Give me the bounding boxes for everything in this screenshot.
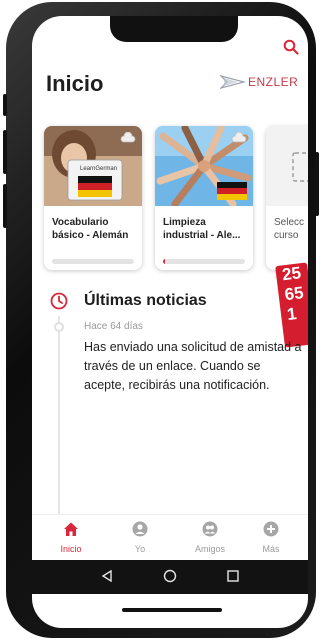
friends-icon	[202, 521, 218, 537]
page-title: Inicio	[46, 71, 104, 96]
dashed-frame-icon	[292, 152, 308, 182]
home-indicator[interactable]	[122, 608, 222, 612]
nav-item-yo[interactable]: Yo	[110, 521, 170, 554]
home-circle-icon[interactable]	[163, 569, 177, 583]
promo-badge: 25 65 1	[275, 262, 308, 348]
course-title: Vocabulario básico - Alemán	[52, 217, 129, 241]
logo-text: ENZLER	[248, 75, 299, 89]
select-course-label: Selecc curso	[274, 217, 305, 241]
clock-icon	[50, 292, 68, 310]
nav-label: Yo	[134, 544, 146, 554]
promo-line: 65	[283, 283, 305, 305]
course-card[interactable]: Limpieza industrial - Ale...	[155, 126, 253, 270]
home-icon	[64, 522, 78, 536]
timeline-dot	[54, 322, 64, 332]
course-progress	[52, 259, 134, 264]
course-title: Limpieza industrial - Ale...	[163, 217, 241, 241]
recents-icon[interactable]	[226, 569, 240, 583]
course-progress-fill	[163, 259, 166, 264]
news-section-title: Últimas noticias	[84, 292, 207, 309]
nav-label: Más	[262, 544, 280, 554]
cloud-download-icon[interactable]	[231, 132, 247, 144]
nav-label: Inicio	[60, 544, 82, 554]
notch	[110, 16, 238, 42]
nav-item-amigos[interactable]: Amigos	[180, 521, 240, 554]
user-icon	[132, 521, 148, 537]
mute-switch	[3, 94, 7, 116]
select-course-card[interactable]: Selecc curso	[266, 126, 308, 270]
course-card[interactable]: LearnGerman Vocabulario básico - Alemán	[44, 126, 142, 270]
search-icon[interactable]	[282, 38, 300, 56]
volume-down-button	[3, 184, 7, 228]
news-date: Hace 64 días	[84, 321, 143, 332]
nav-label: Amigos	[194, 544, 225, 554]
bottom-nav: Inicio Yo Amigos Más	[32, 514, 308, 561]
nav-item-inicio[interactable]: Inicio	[41, 521, 101, 554]
promo-line: 1	[285, 304, 298, 325]
news-body: Has enviado una solicitud de amistad a t…	[84, 340, 302, 392]
course-progress	[163, 259, 245, 264]
back-icon[interactable]	[100, 569, 114, 583]
timeline-line	[58, 316, 60, 516]
system-nav-bar	[32, 560, 308, 594]
cloud-download-icon[interactable]	[120, 132, 136, 144]
plus-icon	[263, 521, 279, 537]
course-image-label: LearnGerman	[80, 166, 117, 172]
placeholder-image	[266, 126, 308, 206]
power-button	[315, 152, 319, 216]
volume-up-button	[3, 130, 7, 174]
nav-item-mas[interactable]: Más	[241, 521, 301, 554]
phone-frame: Inicio ENZLER LearnGerman Vocabulario bá…	[3, 2, 319, 638]
app-screen: Inicio ENZLER LearnGerman Vocabulario bá…	[32, 16, 308, 628]
